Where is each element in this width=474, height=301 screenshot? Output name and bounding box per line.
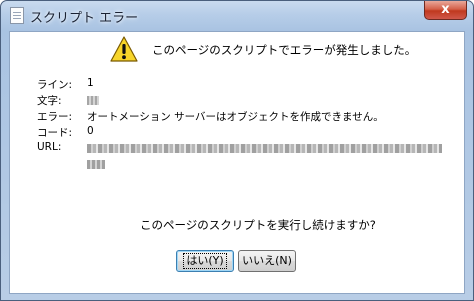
error-heading: このページのスクリプトでエラーが発生しました。: [152, 43, 417, 57]
continue-question: このページのスクリプトを実行し続けますか?: [140, 218, 376, 232]
url-value-redacted: [87, 144, 442, 153]
char-value-redacted: [87, 96, 99, 105]
url-value-redacted-continuation: [87, 160, 105, 169]
dialog-body: このページのスクリプトでエラーが発生しました。 ライン: 1 文字: エラー: …: [9, 31, 465, 294]
yes-button-label: はい(Y): [183, 253, 227, 269]
warning-icon: [110, 36, 138, 62]
error-value: オートメーション サーバーはオブジェクトを作成できません。: [87, 111, 384, 123]
code-value: 0: [87, 125, 94, 137]
code-label: コード:: [37, 127, 73, 139]
line-label: ライン:: [37, 79, 73, 91]
line-value: 1: [87, 77, 94, 89]
window-title: スクリプト エラー: [30, 11, 139, 26]
no-button[interactable]: いいえ(N): [238, 250, 296, 272]
error-label: エラー:: [37, 111, 73, 123]
char-label: 文字:: [37, 95, 62, 107]
title-bar[interactable]: スクリプト エラー x: [1, 1, 473, 31]
dialog-window: スクリプト エラー x このページのスクリプトでエラーが発生しました。 ライン:…: [0, 0, 474, 301]
close-button[interactable]: x: [424, 1, 467, 20]
yes-button[interactable]: はい(Y): [176, 250, 234, 272]
url-label: URL:: [37, 141, 62, 153]
document-icon: [10, 7, 24, 24]
